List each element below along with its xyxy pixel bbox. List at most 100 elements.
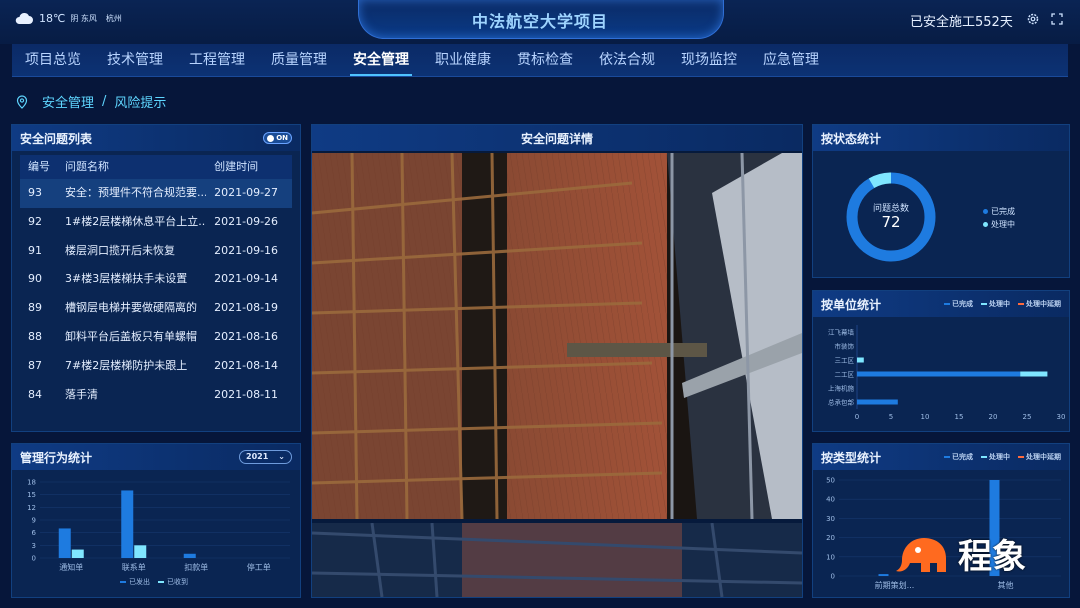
- y-tick-label: 20: [826, 534, 835, 542]
- legend-swatch-overdue: [1018, 456, 1024, 458]
- issue-list-header: 安全问题列表 ON: [12, 125, 300, 151]
- legend-dot-processing: [983, 222, 988, 227]
- legend-label-done: 已完成: [952, 300, 973, 308]
- bar-0-2: [183, 553, 196, 558]
- x-tick-label: 25: [1023, 413, 1032, 421]
- cell-date: 2021-09-27: [214, 186, 279, 199]
- behavior-chart: 18 15 12 9 6 3 0 通知单 联系单 扣款单 停工单已发出 已收到: [27, 479, 290, 586]
- legend-swatch-done: [944, 456, 950, 458]
- nav-item-standard-check[interactable]: 贯标检查: [504, 44, 586, 76]
- issue-detail-panel: 安全问题详情: [311, 124, 803, 598]
- x-tick-label: 其他: [998, 580, 1014, 590]
- issue-list-panel: 安全问题列表 ON 编号 问题名称 创建时间 93 安全：预埋件不符合规范要...…: [11, 124, 301, 432]
- cell-date: 2021-09-16: [214, 243, 279, 257]
- nav-item-safety[interactable]: 安全管理: [340, 44, 422, 76]
- legend-item-overdue: 处理中延期: [1018, 299, 1061, 309]
- legend-dot-done: [983, 209, 988, 214]
- cell-date: 2021-08-11: [214, 387, 279, 401]
- type-stats-title: 按类型统计: [821, 450, 882, 465]
- issue-detail-header: 安全问题详情: [312, 125, 802, 151]
- breadcrumb-parent[interactable]: 安全管理: [42, 92, 94, 111]
- brand-logo: 程象: [894, 528, 1054, 578]
- legend-swatch-overdue: [1018, 303, 1024, 305]
- bar-1-3: [1020, 371, 1048, 377]
- legend-swatch-processing: [981, 303, 987, 305]
- cell-name: 卸料平台后盖板只有单螺帽: [64, 329, 197, 343]
- x-tick-label: 扣款单: [184, 562, 208, 572]
- weather-widget: 18℃ 阴 东风 杭州: [14, 12, 122, 25]
- nav-item-emergency[interactable]: 应急管理: [750, 44, 832, 76]
- fullscreen-icon[interactable]: [1050, 12, 1064, 26]
- on-off-toggle[interactable]: ON: [263, 132, 292, 144]
- x-tick-label: 前期策划...: [875, 580, 915, 590]
- cell-name: 7#楼2层楼梯防护未跟上: [64, 358, 188, 372]
- type-stats-header: 按类型统计 已完成 处理中 处理中延期: [813, 444, 1069, 470]
- table-row[interactable]: 91 楼层洞口揽开后未恢复 2021-09-16: [20, 237, 292, 266]
- nav-item-overview[interactable]: 项目总览: [12, 44, 94, 76]
- cell-id: 89: [28, 301, 42, 315]
- year-select[interactable]: 2021 ⌄: [239, 450, 292, 464]
- y-tick-label: 30: [826, 515, 835, 523]
- x-tick-label: 15: [955, 413, 964, 421]
- settings-icon[interactable]: [1026, 12, 1040, 26]
- table-row[interactable]: 89 槽钢层电梯井要做硬隔离的 2021-08-19: [20, 294, 292, 323]
- legend-item-done: 已完成: [944, 299, 973, 309]
- behavior-stats-panel: 管理行为统计 2021 ⌄ 18 15 12 9 6 3 0 通知单 联系单 扣款单 停工单 已发出 已收…: [11, 443, 301, 598]
- y-tick-label: 三工区: [835, 357, 855, 365]
- nav-item-compliance[interactable]: 依法合规: [586, 44, 668, 76]
- site-photo[interactable]: [312, 153, 802, 519]
- legend-label-overdue: 处理中延期: [1026, 453, 1061, 461]
- legend-swatch-done: [944, 303, 950, 305]
- cell-id: 87: [28, 358, 42, 372]
- photo-thumbnail-strip[interactable]: [312, 523, 802, 597]
- table-row[interactable]: 84 落手清 2021-08-11: [20, 381, 292, 410]
- y-tick-label: 0: [32, 555, 36, 563]
- app-title: 中法航空大学项目: [471, 12, 608, 31]
- logo-text: 程象: [958, 536, 1026, 577]
- behavior-stats-title: 管理行为统计: [20, 450, 93, 465]
- legend-label-processing: 处理中: [989, 453, 1010, 461]
- x-tick-label: 通知单: [59, 562, 83, 572]
- y-tick-label: 6: [32, 529, 37, 537]
- cell-id: 91: [28, 243, 42, 257]
- x-tick-label: 5: [889, 413, 893, 421]
- table-row[interactable]: 87 7#楼2层楼梯防护未跟上 2021-08-14: [20, 352, 292, 381]
- status-stats-header: 按状态统计: [813, 125, 1069, 151]
- breadcrumb-separator: /: [102, 94, 107, 109]
- table-row[interactable]: 90 3#楼3层楼梯扶手未设置 2021-09-14: [20, 265, 292, 294]
- y-tick-label: 0: [831, 573, 835, 581]
- cell-name: 3#楼3层楼梯扶手未设置: [64, 272, 188, 286]
- y-tick-label: 50: [826, 477, 835, 485]
- legend-label-1: 已收到: [167, 577, 188, 586]
- cell-date: 2021-09-26: [214, 214, 279, 228]
- col-header-date: 创建时间: [214, 160, 259, 173]
- table-row[interactable]: 93 安全：预埋件不符合规范要... 2021-09-27: [20, 179, 292, 208]
- nav-item-tech[interactable]: 技术管理: [94, 44, 176, 76]
- bar-0-3: [857, 371, 1021, 377]
- table-row[interactable]: 88 卸料平台后盖板只有单螺帽 2021-08-16: [20, 323, 292, 352]
- toggle-knob: [267, 134, 275, 142]
- legend-item-processing: 处理中: [981, 299, 1010, 309]
- legend-label-processing: 处理中: [991, 220, 1015, 229]
- elephant-logo-icon: [896, 538, 946, 572]
- y-tick-label: 江飞幕墙: [828, 328, 855, 337]
- y-tick-label: 总承包部: [828, 398, 855, 407]
- year-select-value: 2021: [246, 452, 269, 461]
- table-row[interactable]: 92 1#楼2层楼梯休息平台上立... 2021-09-26: [20, 208, 292, 237]
- nav-item-monitoring[interactable]: 现场监控: [668, 44, 750, 76]
- location-pin-icon: [16, 94, 28, 109]
- y-tick-label: 二工区: [835, 371, 855, 379]
- cell-name: 槽钢层电梯井要做硬隔离的: [64, 301, 197, 315]
- nav-item-health[interactable]: 职业健康: [422, 44, 504, 76]
- legend-label-done: 已完成: [952, 453, 973, 461]
- legend-label-0: 已发出: [129, 577, 150, 586]
- safe-days: 已安全施工552天: [910, 15, 1013, 30]
- legend-swatch-1: [158, 581, 164, 583]
- x-tick-label: 联系单: [122, 562, 146, 572]
- nav-item-engineering[interactable]: 工程管理: [176, 44, 258, 76]
- x-tick-label: 20: [989, 413, 998, 421]
- x-tick-label: 停工单: [247, 562, 271, 572]
- main-nav: 项目总览 技术管理 工程管理 质量管理 安全管理 职业健康 贯标检查 依法合规 …: [12, 44, 1068, 77]
- status-stats-title: 按状态统计: [821, 131, 882, 146]
- nav-item-quality[interactable]: 质量管理: [258, 44, 340, 76]
